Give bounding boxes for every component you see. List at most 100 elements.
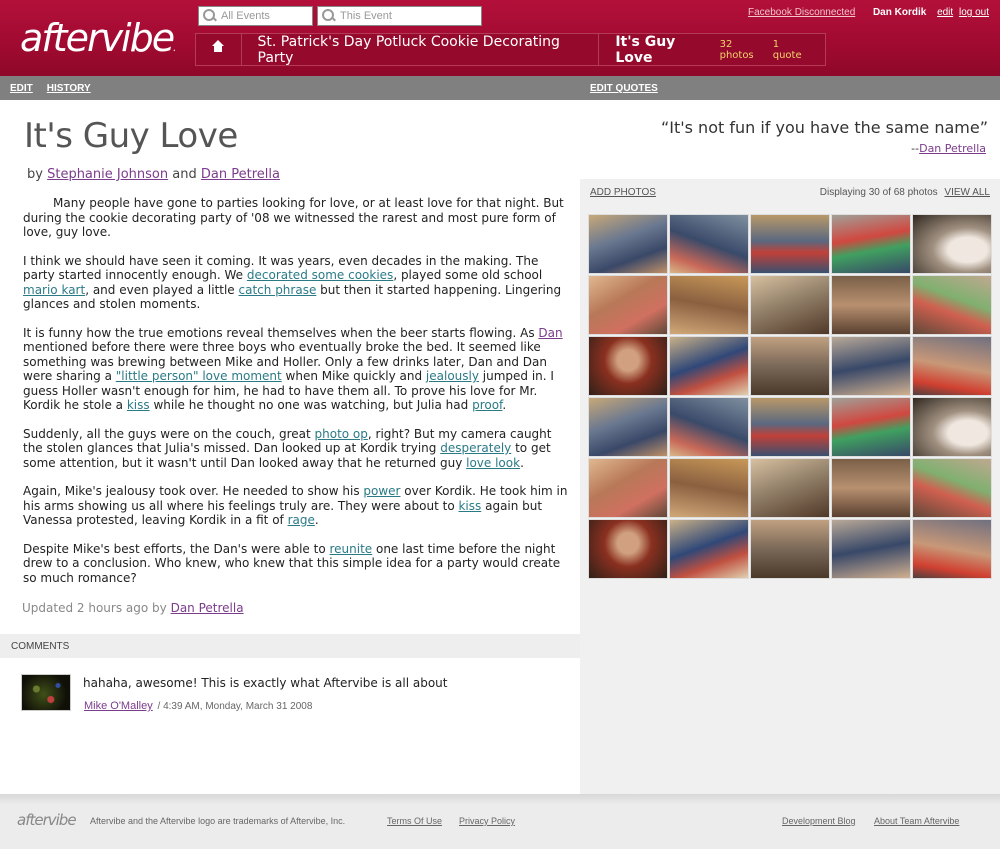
breadcrumb-current-story: It's Guy Love 32 photos 1 quote [599,34,825,66]
comments-header: COMMENTS [0,634,580,658]
photo-thumbnail[interactable] [912,275,992,335]
photo-thumbnail[interactable] [750,275,830,335]
story-link[interactable]: proof [472,398,502,412]
story-link[interactable]: mario kart [23,283,85,297]
story-link[interactable]: decorated some cookies [247,268,393,282]
media-column: EDIT QUOTES “It's not fun if you have th… [580,76,1000,794]
photo-thumbnail[interactable] [912,214,992,274]
story-title: It's Guy Love [24,116,238,156]
facebook-status-link[interactable]: Facebook Disconnected [748,7,855,18]
story-link[interactable]: reunite [329,542,372,556]
story-link[interactable]: catch phrase [239,283,317,297]
story-link[interactable]: kiss [127,398,150,412]
avatar[interactable] [21,674,71,711]
footer: aftervibe Aftervibe and the Aftervibe lo… [0,794,1000,849]
photo-thumbnail[interactable] [912,397,992,457]
story-link[interactable]: rage [288,513,315,527]
story-link[interactable]: power [363,484,400,498]
quote-count[interactable]: 1 quote [773,39,809,61]
story-link[interactable]: photo op [315,427,368,441]
story-link[interactable]: desperately [440,441,511,455]
quote-text: “It's not fun if you have the same name” [660,118,988,137]
search-icon [203,9,217,23]
photo-thumbnail[interactable] [912,336,992,396]
breadcrumb-home[interactable] [196,34,242,65]
comment-text: hahaha, awesome! This is exactly what Af… [83,676,448,690]
story-paragraph: Suddenly, all the guys were on the couch… [23,426,552,470]
photo-thumbnail[interactable] [750,336,830,396]
logout-link[interactable]: log out [959,7,989,18]
photo-thumbnail[interactable] [912,458,992,518]
quotes-toolbar: EDIT QUOTES [580,76,1000,100]
story-link[interactable]: kiss [458,499,481,513]
photo-thumbnail[interactable] [831,458,911,518]
story-paragraph: Many people have gone to parties looking… [23,196,564,239]
edit-story-link[interactable]: EDIT [10,83,33,94]
comment-author-link[interactable]: Mike O'Malley [84,700,153,712]
history-link[interactable]: HISTORY [47,83,91,94]
photo-thumbnail[interactable] [912,519,992,579]
edit-quotes-link[interactable]: EDIT QUOTES [590,83,658,94]
search-this-event-input[interactable]: This Event [317,6,482,26]
author-link[interactable]: Dan Petrella [201,167,280,182]
story-link[interactable]: jealously [426,369,479,383]
quote-attribution: --Dan Petrella [911,142,986,155]
quote-box: “It's not fun if you have the same name”… [580,100,1000,179]
author-link[interactable]: Stephanie Johnson [47,167,168,182]
photos-display-info: Displaying 30 of 68 photos VIEW ALL [819,187,990,198]
search-icon [322,9,336,23]
story-link[interactable]: "little person" love moment [116,369,282,383]
comment-meta: Mike O'Malley / 4:39 AM, Monday, March 3… [84,700,312,712]
photo-thumbnail[interactable] [831,397,911,457]
story-paragraph: Despite Mike's best efforts, the Dan's w… [23,541,561,585]
footer-logo[interactable]: aftervibe [17,811,77,829]
updated-by-link[interactable]: Dan Petrella [171,601,244,615]
comment-timestamp: / 4:39 AM, Monday, March 31 2008 [157,701,313,712]
photo-count[interactable]: 32 photos [720,39,767,61]
photo-thumbnail[interactable] [588,458,668,518]
photo-thumbnail[interactable] [588,336,668,396]
story-link[interactable]: Dan [538,326,562,340]
search-all-events-input[interactable]: All Events [198,6,313,26]
user-area: Dan Kordik edit log out [873,7,989,18]
dev-blog-link[interactable]: Development Blog [782,816,856,826]
search-placeholder: This Event [340,10,392,22]
story-paragraph: It is funny how the true emotions reveal… [23,325,563,413]
photo-thumbnail[interactable] [669,214,749,274]
photo-thumbnail[interactable] [750,214,830,274]
quote-author-link[interactable]: Dan Petrella [919,142,986,155]
photo-thumbnail[interactable] [588,214,668,274]
user-name: Dan Kordik [872,7,927,18]
aftervibe-logo[interactable]: aftervibe. [20,16,177,60]
photo-thumbnail[interactable] [669,519,749,579]
photo-thumbnail[interactable] [831,275,911,335]
add-photos-link[interactable]: ADD PHOTOS [590,187,656,198]
terms-link[interactable]: Terms Of Use [387,816,442,826]
photo-thumbnail[interactable] [831,336,911,396]
story-body: Many people have gone to parties looking… [23,196,568,599]
photo-thumbnail[interactable] [669,275,749,335]
photo-thumbnail[interactable] [750,397,830,457]
privacy-link[interactable]: Privacy Policy [459,816,515,826]
home-icon [212,40,225,54]
photos-toolbar: ADD PHOTOS Displaying 30 of 68 photos VI… [590,187,990,198]
photo-thumbnail[interactable] [831,214,911,274]
story-column: EDIT HISTORY It's Guy Love by Stephanie … [0,76,580,794]
photo-thumbnail[interactable] [588,275,668,335]
photo-thumbnail[interactable] [669,458,749,518]
photo-thumbnail[interactable] [588,519,668,579]
photo-thumbnail[interactable] [750,458,830,518]
top-header: aftervibe. All Events This Event Faceboo… [0,0,1000,76]
photo-thumbnail[interactable] [831,519,911,579]
photo-thumbnail[interactable] [669,336,749,396]
photo-grid [588,214,993,579]
breadcrumb-event[interactable]: St. Patrick's Day Potluck Cookie Decorat… [242,34,600,66]
photo-thumbnail[interactable] [669,397,749,457]
photo-thumbnail[interactable] [750,519,830,579]
edit-profile-link[interactable]: edit [937,7,953,18]
story-paragraph: I think we should have seen it coming. I… [23,253,562,312]
view-all-link[interactable]: VIEW ALL [944,187,990,198]
story-link[interactable]: love look [466,456,520,470]
photo-thumbnail[interactable] [588,397,668,457]
about-link[interactable]: About Team Aftervibe [874,816,959,826]
